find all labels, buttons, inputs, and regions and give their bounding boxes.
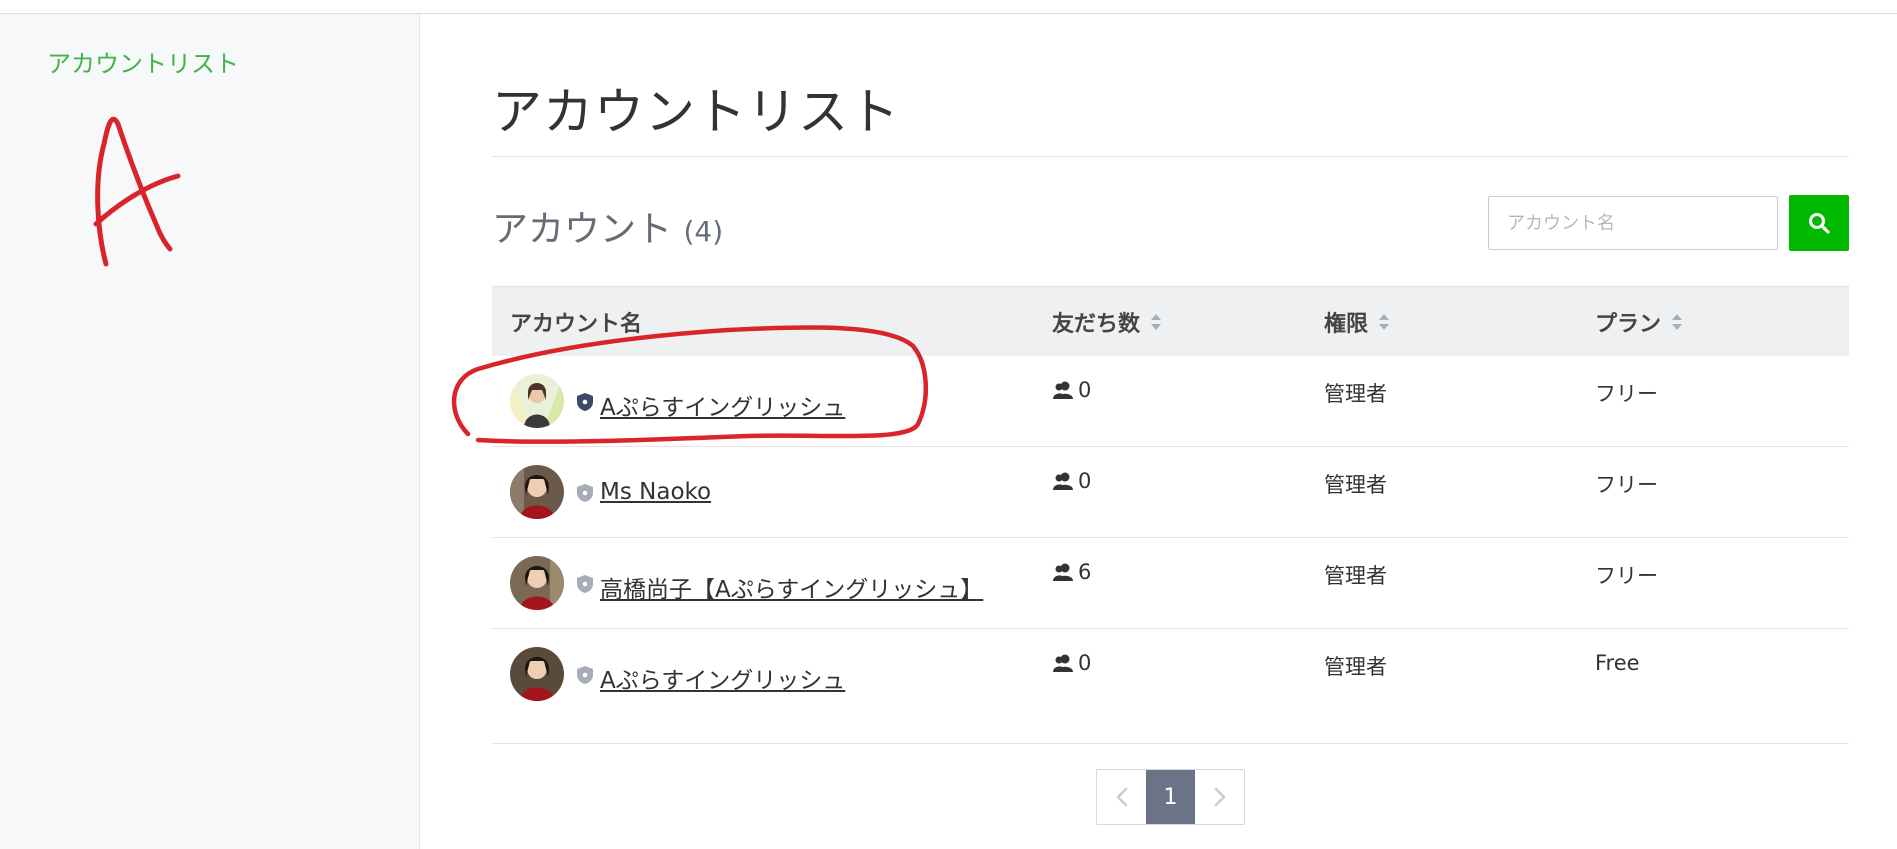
role-text: 管理者	[1324, 564, 1387, 588]
title-divider	[492, 156, 1849, 157]
friends-count: 0	[1052, 378, 1091, 402]
account-name-link[interactable]: 高橋尚子【Aぷらすイングリッシュ】	[600, 570, 983, 604]
member-shield-icon	[577, 575, 593, 593]
table-row: 高橋尚子【Aぷらすイングリッシュ】 6 管理者 フリー	[492, 538, 1849, 629]
plan-text: フリー	[1595, 473, 1658, 497]
account-count: (4)	[683, 215, 724, 248]
avatar	[510, 556, 564, 610]
header-role-sortable[interactable]: 権限	[1324, 287, 1390, 357]
account-name-link[interactable]: Aぷらすイングリッシュ	[600, 661, 845, 695]
friends-icon	[1053, 563, 1073, 581]
member-shield-icon	[577, 666, 593, 684]
member-shield-icon	[577, 484, 593, 502]
sidebar: アカウントリスト	[0, 14, 420, 849]
pagination: 1	[1096, 769, 1245, 825]
prev-page-button[interactable]	[1097, 770, 1146, 824]
chevron-right-icon	[1214, 787, 1225, 807]
plan-text: Free	[1595, 651, 1640, 675]
handwritten-annotation-a	[93, 116, 181, 267]
chevron-left-icon	[1116, 787, 1127, 807]
page-title: アカウントリスト	[492, 83, 900, 141]
role-text: 管理者	[1324, 382, 1387, 406]
section-title: アカウント (4)	[492, 200, 723, 252]
search-button[interactable]	[1789, 195, 1849, 251]
next-page-button[interactable]	[1195, 770, 1244, 824]
handwritten-circle-annotation	[451, 325, 928, 444]
sort-icon	[1379, 314, 1390, 330]
avatar	[510, 465, 564, 519]
plan-text: フリー	[1595, 382, 1658, 406]
friends-icon	[1053, 381, 1073, 399]
friends-icon	[1053, 472, 1073, 490]
role-text: 管理者	[1324, 655, 1387, 679]
account-search-input[interactable]	[1488, 196, 1778, 250]
section-title-label: アカウント	[492, 209, 673, 250]
account-name-link[interactable]: Ms Naoko	[600, 479, 711, 505]
friends-count: 0	[1052, 651, 1091, 675]
table-row: Aぷらすイングリッシュ 0 管理者 Free	[492, 629, 1849, 744]
avatar	[510, 647, 564, 701]
header-friends-sortable[interactable]: 友だち数	[1052, 287, 1162, 357]
sidebar-item-account-list[interactable]: アカウントリスト	[47, 44, 239, 79]
plan-text: フリー	[1595, 564, 1658, 588]
friends-count: 0	[1052, 469, 1091, 493]
friends-icon	[1053, 654, 1073, 672]
header-plan-sortable[interactable]: プラン	[1595, 287, 1683, 357]
role-text: 管理者	[1324, 473, 1387, 497]
sort-icon	[1672, 314, 1683, 330]
friends-count: 6	[1052, 560, 1091, 584]
table-row: Ms Naoko 0 管理者 フリー	[492, 447, 1849, 538]
sort-icon	[1151, 314, 1162, 330]
search-icon	[1809, 213, 1830, 234]
page-button-current[interactable]: 1	[1146, 770, 1195, 824]
